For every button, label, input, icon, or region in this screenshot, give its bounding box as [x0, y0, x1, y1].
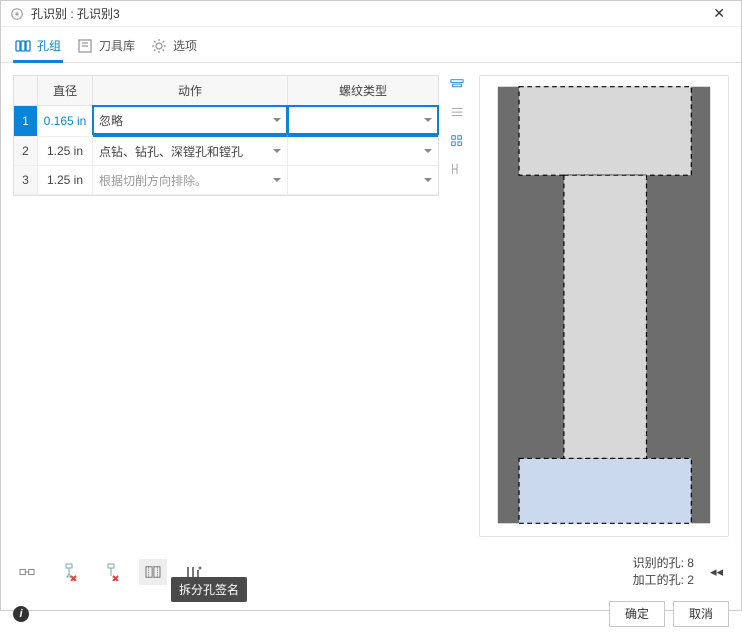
col-header-action[interactable]: 动作 — [93, 76, 288, 106]
split-signature-icon[interactable] — [139, 559, 167, 585]
link-icon[interactable] — [13, 559, 41, 585]
filter-icon[interactable] — [448, 77, 466, 93]
rewind-icon[interactable]: ◂◂ — [704, 560, 729, 584]
tooltip: 拆分孔签名 — [171, 577, 247, 602]
chevron-down-icon — [424, 149, 432, 153]
chevron-down-icon — [273, 149, 281, 153]
tool-library-icon — [77, 38, 93, 54]
close-icon[interactable]: ✕ — [705, 1, 733, 26]
delete-tool-icon[interactable] — [55, 559, 83, 585]
tab-options[interactable]: 选项 — [151, 37, 197, 62]
thread-dropdown[interactable] — [288, 166, 438, 194]
dropdown-value: 根据切削方向排除。 — [99, 172, 207, 189]
dropdown-value: 忽略 — [99, 112, 123, 129]
bottom-toolbar: 识别的孔: 8 加工的孔: 2 ◂◂ 拆分孔签名 — [1, 549, 741, 589]
chevron-down-icon — [424, 118, 432, 122]
side-toolbar — [445, 75, 469, 537]
grid-icon[interactable] — [448, 133, 466, 149]
chevron-down-icon — [273, 118, 281, 122]
diameter-cell: 1.25 in — [38, 166, 93, 195]
chevron-down-icon — [424, 178, 432, 182]
action-dropdown[interactable]: 点钻、钻孔、深镗孔和镗孔 — [93, 137, 287, 165]
tab-label: 选项 — [173, 37, 197, 54]
col-header-thread[interactable]: 螺纹类型 — [288, 76, 438, 106]
col-header-index — [14, 76, 38, 106]
status-text: 识别的孔: 8 加工的孔: 2 — [633, 555, 704, 589]
table-row[interactable]: 1 0.165 in 忽略 — [14, 106, 438, 137]
list-icon[interactable] — [448, 105, 466, 121]
thread-dropdown[interactable] — [288, 137, 438, 165]
hole-preview[interactable] — [479, 75, 729, 537]
ok-button[interactable]: 确定 — [609, 601, 665, 627]
tab-label: 孔组 — [37, 37, 61, 54]
holes-table: 直径 动作 螺纹类型 1 0.165 in 忽略 — [13, 75, 439, 537]
table-row[interactable]: 3 1.25 in 根据切削方向排除。 — [14, 166, 438, 195]
diameter-cell: 1.25 in — [38, 137, 93, 166]
tab-hole-groups[interactable]: 孔组 — [15, 37, 61, 62]
diameter-cell: 0.165 in — [38, 106, 93, 137]
gear-icon — [151, 38, 167, 54]
measure-icon[interactable] — [448, 161, 466, 177]
thread-dropdown[interactable] — [288, 106, 438, 134]
dropdown-value: 点钻、钻孔、深镗孔和镗孔 — [99, 143, 243, 160]
row-index: 1 — [14, 106, 38, 137]
tab-tool-library[interactable]: 刀具库 — [77, 37, 135, 62]
window-title: 孔识别 : 孔识别3 — [31, 5, 120, 22]
delete-tool2-icon[interactable] — [97, 559, 125, 585]
row-index: 3 — [14, 166, 38, 195]
col-header-diameter[interactable]: 直径 — [38, 76, 93, 106]
info-icon[interactable]: i — [13, 606, 29, 622]
action-dropdown[interactable]: 根据切削方向排除。 — [93, 166, 287, 194]
cancel-button[interactable]: 取消 — [673, 601, 729, 627]
tab-label: 刀具库 — [99, 37, 135, 54]
tab-bar: 孔组 刀具库 选项 — [1, 27, 741, 63]
holes-icon — [15, 38, 31, 54]
action-dropdown[interactable]: 忽略 — [93, 106, 287, 134]
chevron-down-icon — [273, 178, 281, 182]
row-index: 2 — [14, 137, 38, 166]
app-icon — [9, 6, 25, 22]
table-row[interactable]: 2 1.25 in 点钻、钻孔、深镗孔和镗孔 — [14, 137, 438, 166]
